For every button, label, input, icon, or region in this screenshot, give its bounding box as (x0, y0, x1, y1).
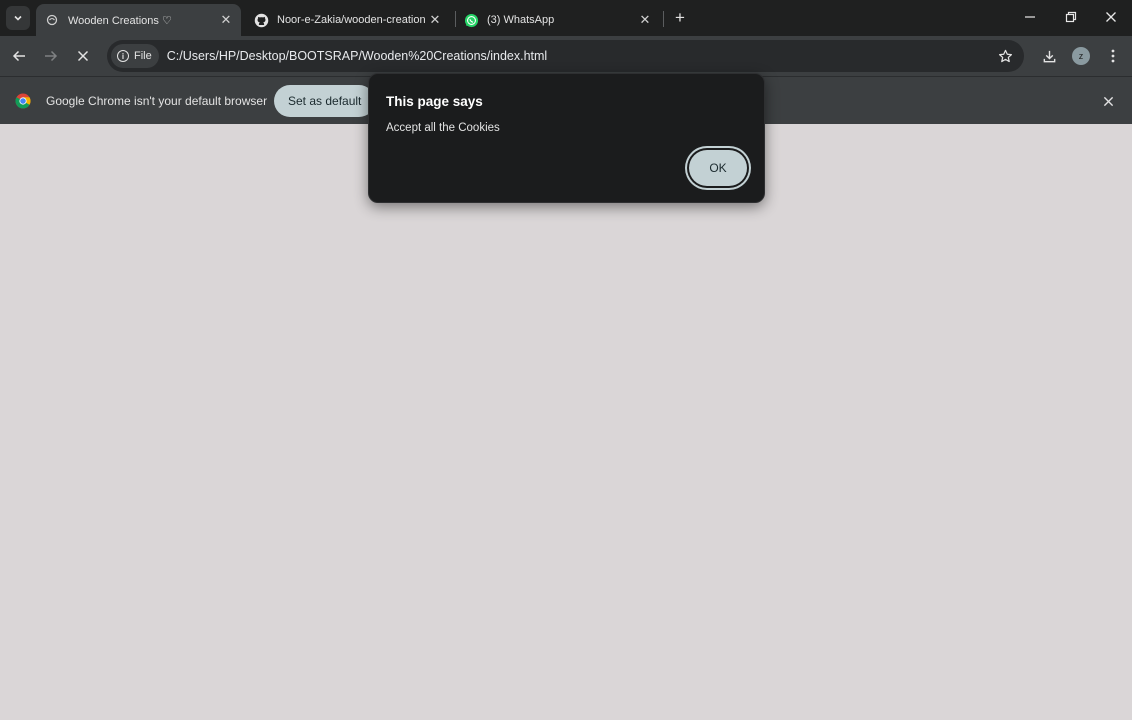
tab-title: Wooden Creations ♡ (68, 14, 172, 27)
more-vert-icon (1111, 49, 1115, 63)
tab-title: (3) WhatsApp (487, 14, 555, 26)
infobar-close-button[interactable] (1098, 91, 1118, 111)
dialog-message: Accept all the Cookies (386, 122, 500, 134)
alert-dialog: This page says Accept all the Cookies OK (368, 73, 765, 203)
site-info-chip[interactable]: i File (111, 44, 159, 68)
star-icon (998, 49, 1012, 62)
tab-wooden-creations[interactable]: Wooden Creations ♡ ✕ (36, 4, 241, 36)
tab-whatsapp[interactable]: (3) WhatsApp ✕ (455, 4, 660, 36)
site-info-label: File (134, 50, 152, 62)
github-icon (253, 12, 269, 28)
page-content (0, 124, 1132, 720)
close-icon[interactable]: ✕ (426, 11, 444, 29)
page-icon (44, 12, 60, 28)
chrome-logo-icon (15, 93, 31, 109)
new-tab-button[interactable]: + (670, 8, 690, 28)
close-icon[interactable]: ✕ (636, 11, 654, 29)
plus-icon: + (675, 8, 685, 27)
tab-search-button[interactable] (6, 6, 30, 30)
bookmark-star-button[interactable] (994, 45, 1016, 67)
download-icon (1043, 50, 1055, 62)
arrow-left-icon (12, 50, 25, 62)
whatsapp-icon (463, 12, 479, 28)
close-window-button[interactable] (1091, 0, 1131, 34)
stop-loading-button[interactable] (70, 43, 96, 69)
ok-button[interactable]: OK (689, 150, 747, 186)
downloads-button[interactable] (1036, 43, 1062, 69)
browser-toolbar: i File C:/Users/HP/Desktop/BOOTSRAP/Wood… (0, 36, 1132, 76)
close-icon (77, 50, 89, 62)
tab-separator (663, 11, 664, 27)
minimize-icon (1025, 16, 1035, 18)
close-icon (1106, 12, 1116, 22)
chevron-down-icon (14, 15, 22, 21)
restore-icon (1065, 11, 1077, 23)
avatar: z (1072, 47, 1090, 65)
forward-button[interactable] (38, 43, 64, 69)
arrow-right-icon (45, 50, 58, 62)
set-as-default-button[interactable]: Set as default (274, 85, 376, 117)
address-bar[interactable]: i File C:/Users/HP/Desktop/BOOTSRAP/Wood… (107, 40, 1024, 72)
menu-button[interactable] (1100, 43, 1126, 69)
minimize-button[interactable] (1010, 0, 1050, 34)
close-icon[interactable]: ✕ (217, 11, 235, 29)
close-icon (1103, 96, 1113, 106)
profile-button[interactable]: z (1068, 43, 1094, 69)
tab-github[interactable]: Noor-e-Zakia/wooden-creation ✕ (245, 4, 450, 36)
infobar-message: Google Chrome isn't your default browser (46, 94, 268, 108)
tab-title: Noor-e-Zakia/wooden-creation (277, 14, 426, 26)
tab-strip: Wooden Creations ♡ ✕ Noor-e-Zakia/wooden… (0, 0, 1132, 36)
restore-button[interactable] (1051, 0, 1091, 34)
url-text[interactable]: C:/Users/HP/Desktop/BOOTSRAP/Wooden%20Cr… (167, 49, 547, 63)
back-button[interactable] (6, 43, 32, 69)
info-icon: i (117, 50, 129, 62)
dialog-title: This page says (386, 94, 483, 109)
